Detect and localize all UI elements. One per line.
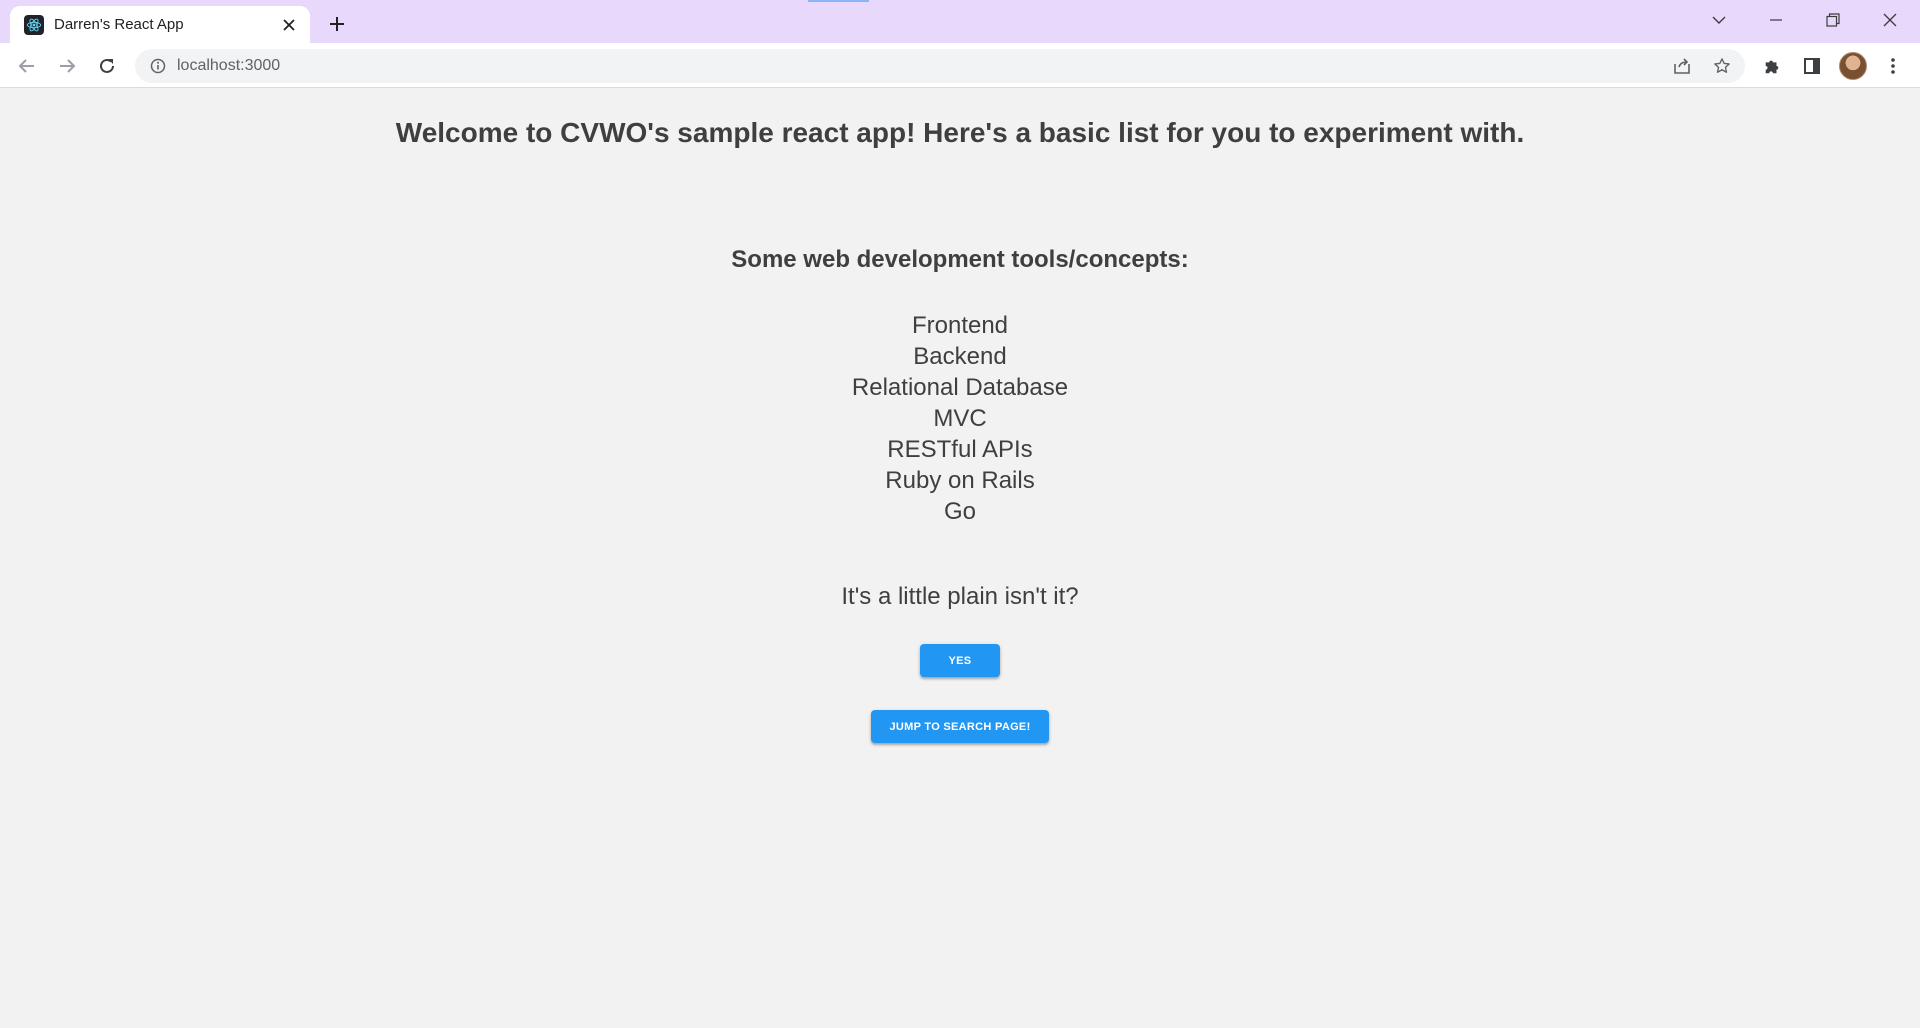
browser-tab[interactable]: Darren's React App (10, 6, 310, 43)
minimize-icon[interactable] (1756, 4, 1796, 36)
yes-button[interactable]: Yes (920, 644, 1000, 677)
browser-toolbar: localhost:3000 (0, 43, 1920, 88)
list-item: Ruby on Rails (885, 467, 1035, 494)
tab-strip: Darren's React App (0, 0, 1920, 43)
list-item: Frontend (911, 312, 1009, 339)
page-content: Welcome to CVWO's sample react app! Here… (0, 89, 1920, 1028)
chevron-down-icon[interactable] (1699, 4, 1739, 36)
share-icon[interactable] (1665, 49, 1699, 83)
react-logo-icon (24, 14, 44, 35)
plus-icon[interactable] (322, 9, 352, 39)
puzzle-icon[interactable] (1755, 49, 1789, 83)
kebab-menu-icon[interactable] (1876, 49, 1910, 83)
list-item: MVC (933, 405, 987, 432)
tab-title: Darren's React App (54, 16, 184, 33)
list-item: Go (943, 498, 976, 525)
star-icon[interactable] (1705, 49, 1739, 83)
list-item: Backend (913, 343, 1007, 370)
tools-list: Frontend Backend Relational Database MVC… (0, 310, 1920, 527)
list-item: Relational Database (851, 374, 1069, 401)
reload-icon[interactable] (90, 49, 124, 83)
info-icon[interactable] (149, 57, 167, 75)
close-icon[interactable] (278, 14, 300, 36)
avatar[interactable] (1839, 52, 1867, 80)
restore-icon[interactable] (1813, 4, 1853, 36)
arrow-right-icon[interactable] (50, 49, 84, 83)
close-window-icon[interactable] (1870, 4, 1910, 36)
page-title: Welcome to CVWO's sample react app! Here… (395, 117, 1525, 148)
jump-to-search-button[interactable]: Jump to search page! (871, 710, 1049, 743)
tab-indicator (808, 0, 869, 2)
question-text: It's a little plain isn't it? (841, 583, 1079, 610)
url-text: localhost:3000 (177, 57, 281, 74)
list-item: RESTful APIs (887, 436, 1033, 463)
arrow-left-icon[interactable] (10, 49, 44, 83)
address-bar[interactable]: localhost:3000 (135, 49, 1745, 83)
side-panel-icon[interactable] (1795, 49, 1829, 83)
tools-heading: Some web development tools/concepts: (731, 246, 1189, 273)
